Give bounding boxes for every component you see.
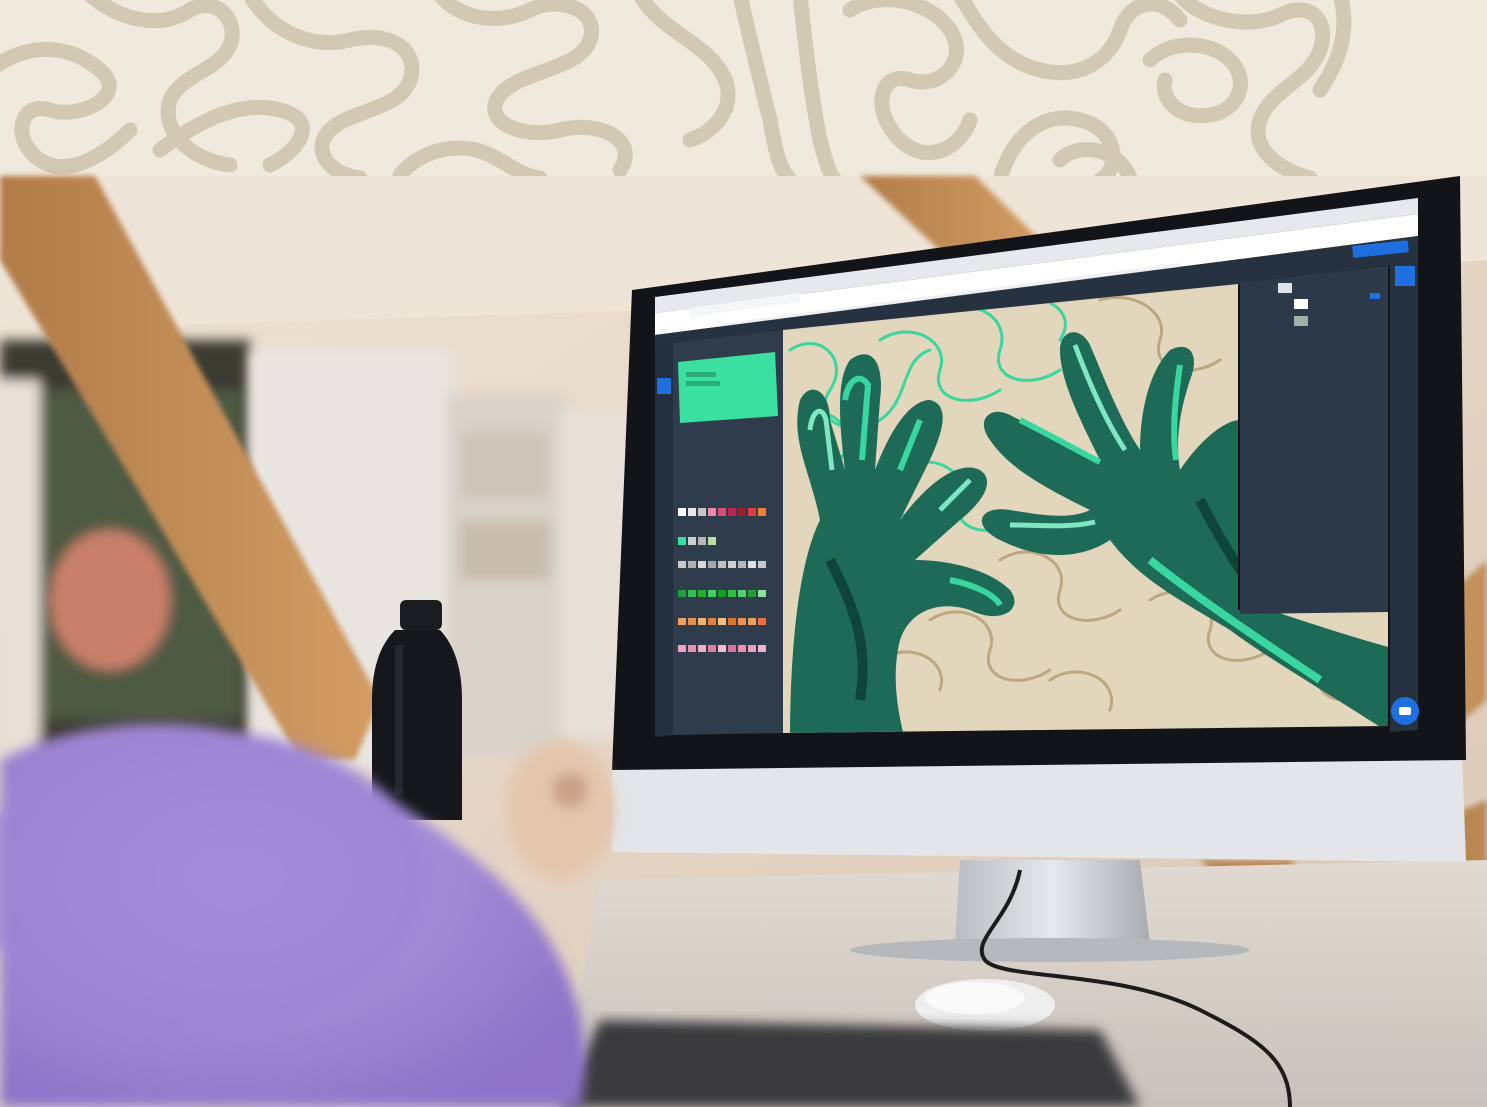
right-rail bbox=[1390, 258, 1418, 732]
chat-icon[interactable] bbox=[1391, 697, 1419, 725]
person-arm bbox=[0, 723, 615, 1107]
header-band bbox=[0, 0, 1487, 188]
tool-rail bbox=[655, 343, 673, 737]
layers-panel bbox=[1240, 266, 1388, 614]
mouse bbox=[915, 979, 1055, 1031]
selected-color-card bbox=[678, 352, 778, 423]
scene-photo bbox=[0, 0, 1487, 1107]
keyboard-blur bbox=[560, 1020, 1140, 1107]
chat-bubble-glyph bbox=[1399, 707, 1411, 715]
